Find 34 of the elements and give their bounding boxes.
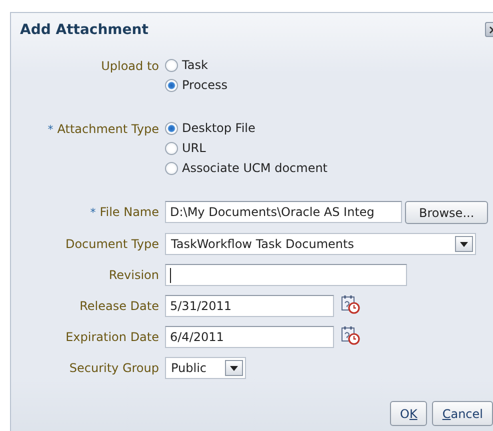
caret-icon — [230, 366, 238, 370]
field-label: Revision — [108, 268, 159, 282]
radio-label: Desktop File — [182, 121, 256, 135]
date-field[interactable]: 6/4/2011 — [165, 326, 334, 348]
dialog-button[interactable]: OK — [390, 401, 428, 426]
radio-label: Associate UCM docment — [182, 161, 328, 175]
radio-button[interactable] — [165, 162, 178, 174]
field-label: Security Group — [69, 361, 159, 375]
field-label: Upload to — [101, 59, 159, 73]
dropdown[interactable]: Public — [165, 357, 246, 379]
radio-label: Task — [182, 58, 208, 72]
dropdown[interactable]: TaskWorkflow Task Documents — [165, 233, 476, 255]
radio-button[interactable] — [165, 142, 178, 154]
field-label: Release Date — [80, 299, 159, 313]
radio-button[interactable] — [165, 58, 178, 72]
radio-label: Process — [182, 78, 228, 92]
caret-icon — [460, 242, 468, 246]
file-name-field[interactable]: D:\My Documents\Oracle AS Integ — [165, 201, 402, 223]
required-mark: * — [48, 122, 54, 136]
field-label: Document Type — [65, 237, 159, 251]
calendar-clock-icon[interactable] — [341, 326, 360, 345]
field-label: Expiration Date — [66, 330, 159, 344]
revision-field[interactable] — [165, 264, 407, 286]
calendar-clock-icon[interactable] — [341, 295, 360, 314]
radio-button[interactable] — [165, 78, 178, 92]
dialog-title: Add Attachment — [20, 22, 148, 38]
date-field[interactable]: 5/31/2011 — [165, 295, 334, 317]
required-mark: * — [90, 206, 96, 218]
field-label: Attachment Type — [57, 122, 159, 136]
radio-button[interactable] — [165, 122, 178, 134]
dialog-button[interactable]: Cancel — [432, 401, 493, 426]
radio-label: URL — [182, 141, 206, 155]
field-label: File Name — [100, 205, 159, 219]
browse-button[interactable]: Browse... — [405, 201, 488, 224]
